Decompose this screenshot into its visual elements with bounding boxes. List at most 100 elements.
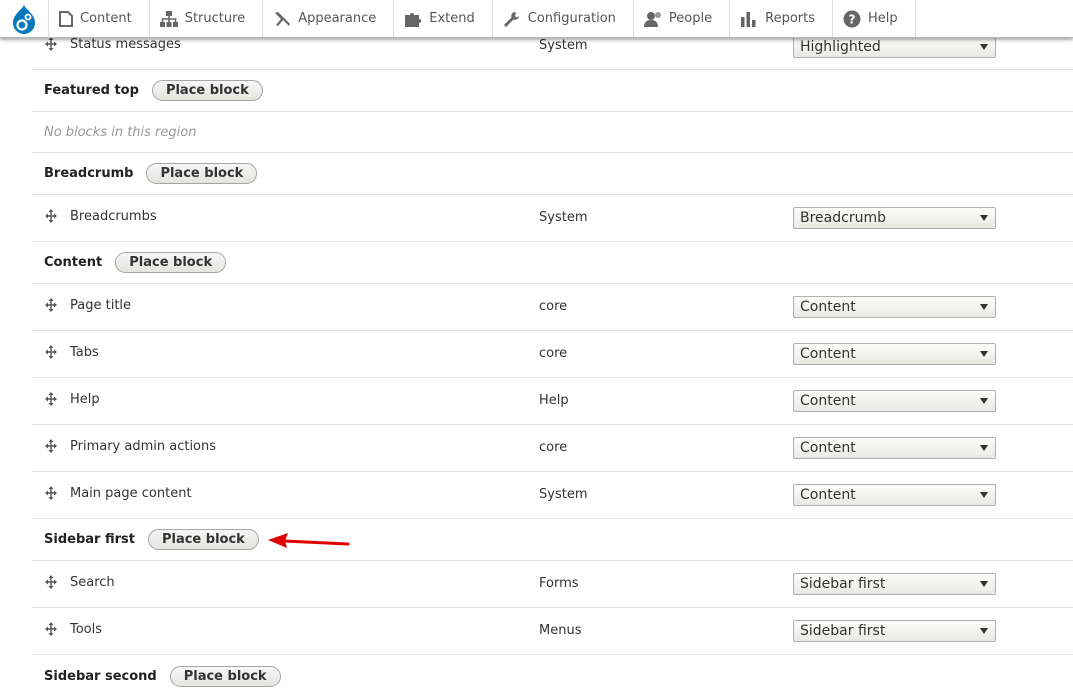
place-block-button[interactable]: Place block (115, 252, 227, 273)
chevron-down-icon (980, 351, 988, 357)
toolbar-appearance-label: Appearance (298, 11, 377, 26)
chevron-down-icon (980, 445, 988, 451)
region-title: Sidebar first (44, 532, 135, 547)
region-select[interactable]: Content (793, 437, 996, 459)
chevron-down-icon (980, 215, 988, 221)
region-header-breadcrumb: Breadcrumb Place block (32, 153, 1073, 195)
block-category: Forms (539, 576, 579, 591)
region-select[interactable]: Highlighted (793, 36, 996, 58)
table-row: Tabs core Content (32, 331, 1073, 378)
table-row: Breadcrumbs System Breadcrumb (32, 195, 1073, 242)
region-header-sidebar-second: Sidebar second Place block (32, 655, 1073, 688)
block-name: Tools (70, 622, 103, 637)
drag-handle-icon[interactable] (44, 345, 58, 363)
region-select-value: Sidebar first (800, 576, 886, 592)
block-name: Main page content (70, 486, 192, 501)
drag-handle-icon[interactable] (44, 486, 58, 504)
admin-toolbar: Content Structure Appearance Extend Conf… (0, 0, 1073, 38)
region-select[interactable]: Content (793, 343, 996, 365)
extend-icon (405, 12, 422, 27)
block-category: core (539, 346, 568, 361)
drupal-logo-icon[interactable] (0, 0, 49, 38)
toolbar-content-label: Content (80, 11, 132, 26)
region-select[interactable]: Breadcrumb (793, 207, 996, 229)
region-select-value: Content (800, 346, 856, 362)
block-category: System (539, 487, 588, 502)
region-select-value: Content (800, 299, 856, 315)
toolbar-configuration[interactable]: Configuration (493, 0, 634, 37)
table-row: Page title core Content (32, 284, 1073, 331)
region-select[interactable]: Content (793, 390, 996, 412)
drag-handle-icon[interactable] (44, 575, 58, 593)
block-category: System (539, 210, 588, 225)
toolbar-appearance[interactable]: Appearance (263, 0, 395, 37)
appearance-icon (275, 11, 291, 26)
place-block-button[interactable]: Place block (169, 665, 281, 687)
block-name: Page title (70, 298, 132, 313)
chevron-down-icon (980, 398, 988, 404)
toolbar-help-label: Help (868, 11, 898, 26)
block-name: Tabs (70, 345, 99, 360)
chevron-down-icon (980, 44, 988, 50)
content-icon (59, 10, 73, 27)
region-select-value: Content (800, 440, 856, 456)
table-row: Main page content System Content (32, 472, 1073, 519)
region-select-value: Breadcrumb (800, 210, 886, 226)
drag-handle-icon[interactable] (44, 298, 58, 316)
place-block-button[interactable]: Place block (151, 80, 263, 101)
block-name: Breadcrumbs (70, 209, 157, 224)
table-row: Tools Menus Sidebar first (32, 608, 1073, 655)
toolbar-structure[interactable]: Structure (150, 0, 264, 37)
toolbar-reports-label: Reports (765, 11, 815, 26)
chevron-down-icon (980, 304, 988, 310)
region-title: Featured top (44, 83, 139, 98)
drag-handle-icon[interactable] (44, 439, 58, 457)
region-select-value: Sidebar first (800, 623, 886, 639)
block-name: Primary admin actions (70, 439, 217, 454)
table-row: Search Forms Sidebar first (32, 561, 1073, 608)
empty-region-text: No blocks in this region (44, 124, 197, 140)
help-icon: ? (843, 10, 861, 27)
region-select[interactable]: Content (793, 296, 996, 318)
region-title: Breadcrumb (44, 166, 134, 181)
region-header-content: Content Place block (32, 242, 1073, 284)
block-category: core (539, 299, 568, 314)
empty-region-row: No blocks in this region (32, 112, 1073, 153)
toolbar-extend[interactable]: Extend (394, 0, 493, 37)
block-name: Search (70, 575, 115, 590)
drag-handle-icon[interactable] (44, 209, 58, 227)
block-category: Help (539, 393, 569, 408)
block-category: System (539, 38, 588, 53)
region-header-featured-top: Featured top Place block (32, 70, 1073, 112)
toolbar-content[interactable]: Content (49, 0, 150, 37)
region-select-value: Highlighted (800, 39, 881, 55)
region-select[interactable]: Sidebar first (793, 573, 996, 595)
chevron-down-icon (980, 581, 988, 587)
toolbar-configuration-label: Configuration (527, 11, 616, 26)
annotation-arrow-icon (268, 533, 350, 548)
block-category: core (539, 440, 568, 455)
region-select[interactable]: Content (793, 484, 996, 506)
table-row: Primary admin actions core Content (32, 425, 1073, 472)
toolbar-structure-label: Structure (184, 11, 246, 26)
block-name: Help (70, 392, 100, 407)
toolbar-people-label: People (668, 11, 713, 26)
toolbar-help[interactable]: ? Help (833, 0, 916, 37)
svg-text:?: ? (849, 12, 856, 26)
toolbar-people[interactable]: People (634, 0, 731, 37)
drag-handle-icon[interactable] (44, 392, 58, 410)
people-icon (643, 11, 661, 27)
toolbar-extend-label: Extend (429, 11, 475, 26)
place-block-button[interactable]: Place block (147, 529, 259, 550)
place-block-button[interactable]: Place block (146, 163, 258, 184)
block-name: Status messages (70, 37, 181, 52)
region-select[interactable]: Sidebar first (793, 620, 996, 642)
drag-handle-icon[interactable] (44, 622, 58, 640)
block-category: Menus (539, 623, 582, 638)
drag-handle-icon[interactable] (44, 37, 58, 55)
configuration-icon (503, 11, 519, 27)
region-select-value: Content (800, 393, 856, 409)
chevron-down-icon (980, 628, 988, 634)
structure-icon (159, 10, 178, 27)
toolbar-reports[interactable]: Reports (730, 0, 833, 37)
